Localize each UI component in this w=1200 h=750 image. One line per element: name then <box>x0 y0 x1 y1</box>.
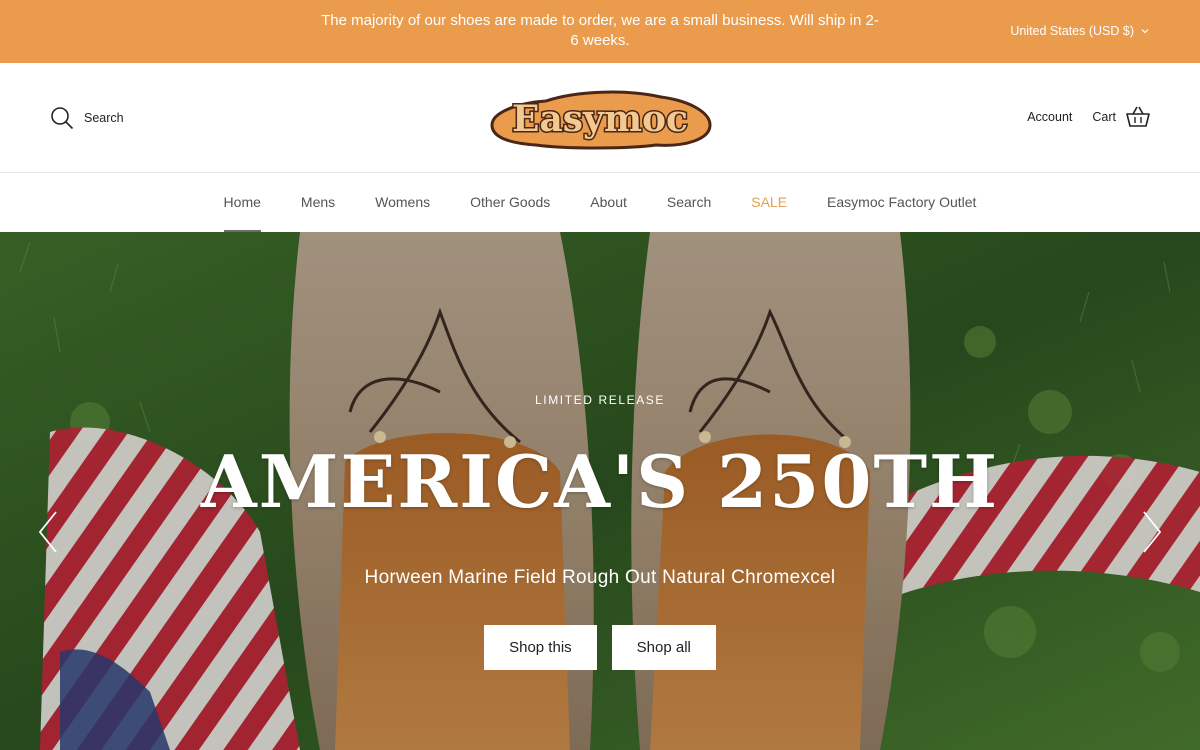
cart-label: Cart <box>1092 110 1116 124</box>
cart-button[interactable]: Cart <box>1092 106 1150 128</box>
nav-item-mens[interactable]: Mens <box>281 174 355 232</box>
hero-slideshow: LIMITED RELEASE AMERICA'S 250TH Horween … <box>0 232 1200 750</box>
chevron-down-icon <box>1141 29 1149 34</box>
nav-item-about[interactable]: About <box>570 174 647 232</box>
chevron-right-icon[interactable] <box>1140 510 1164 554</box>
search-icon <box>51 107 74 130</box>
currency-selector[interactable]: United States (USD $) <box>1010 22 1150 40</box>
chevron-left-icon[interactable] <box>36 510 60 554</box>
account-link[interactable]: Account <box>1027 110 1072 124</box>
nav-item-other-goods[interactable]: Other Goods <box>450 174 570 232</box>
hero-buttons: Shop this Shop all <box>0 625 1200 670</box>
site-header: Search Easymoc Account Cart <box>0 63 1200 173</box>
hero-subtitle: Horween Marine Field Rough Out Natural C… <box>364 567 836 588</box>
shop-all-button[interactable]: Shop all <box>611 625 716 670</box>
nav-item-factory-outlet[interactable]: Easymoc Factory Outlet <box>807 174 996 232</box>
nav-item-womens[interactable]: Womens <box>355 174 450 232</box>
main-nav: Home Mens Womens Other Goods About Searc… <box>0 174 1200 232</box>
announcement-text: The majority of our shoes are made to or… <box>321 12 879 49</box>
hero-eyebrow: LIMITED RELEASE <box>534 393 666 407</box>
hero-title: AMERICA'S 250TH <box>200 439 1000 524</box>
nav-item-sale[interactable]: SALE <box>731 174 807 232</box>
nav-item-search[interactable]: Search <box>647 174 731 232</box>
header-actions: Account Cart <box>1027 106 1150 128</box>
shop-this-button[interactable]: Shop this <box>484 625 597 670</box>
easymoc-logo[interactable]: Easymoc <box>486 85 714 151</box>
header-search-button[interactable]: Search <box>50 106 124 130</box>
search-label: Search <box>84 111 124 125</box>
cart-basket-icon <box>1126 106 1150 127</box>
logo-text: Easymoc <box>512 98 688 140</box>
announcement-bar: The majority of our shoes are made to or… <box>0 0 1200 63</box>
currency-label: United States (USD $) <box>1010 24 1134 38</box>
nav-item-home[interactable]: Home <box>204 174 281 232</box>
